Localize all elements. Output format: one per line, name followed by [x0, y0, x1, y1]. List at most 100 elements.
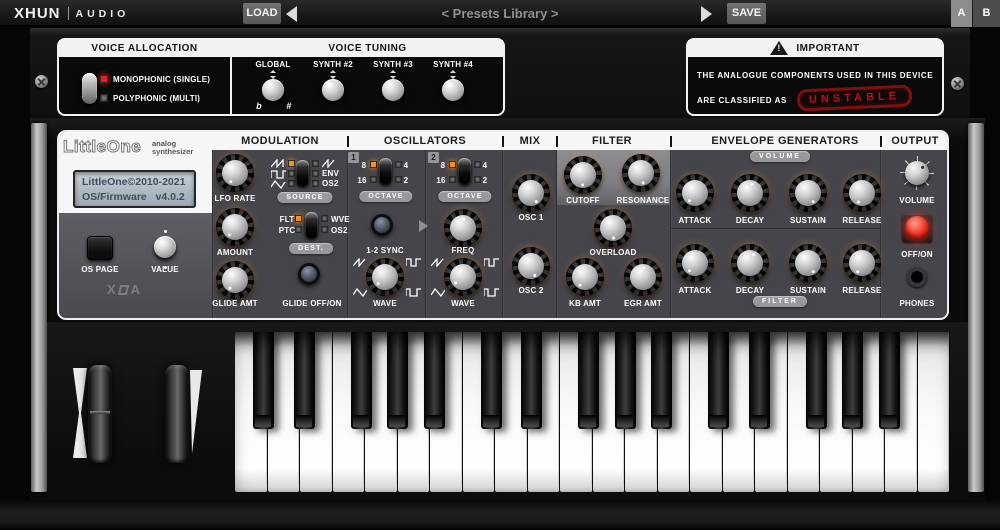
osc1-oct8-led [370, 161, 377, 168]
triangle-wave-icon [353, 288, 367, 297]
screw-icon [951, 77, 964, 90]
cutoff-knob[interactable] [564, 156, 602, 194]
pulse-wave-icon [406, 288, 421, 297]
black-key[interactable] [387, 332, 408, 429]
saw-wave-icon [353, 258, 367, 267]
vol-decay-label: DECAY [736, 216, 764, 225]
screw-icon [35, 75, 48, 88]
lcd-line1: LittleOne©2010-2021 [82, 175, 194, 190]
synth4-tune-knob[interactable] [442, 79, 464, 101]
oscillators-title: OSCILLATORS [384, 135, 466, 147]
slot-b-button[interactable]: B [973, 0, 1000, 27]
osc1-wave-knob[interactable] [366, 258, 404, 296]
tune-range-icon [270, 70, 276, 79]
flt-sustain-knob[interactable] [789, 244, 827, 282]
flt-attack-knob[interactable] [676, 244, 714, 282]
black-key[interactable] [842, 332, 863, 429]
flt-release-label: RELEASE [842, 286, 881, 295]
pitch-wheel-marker-icon [73, 368, 87, 458]
vol-sustain-knob[interactable] [789, 174, 827, 212]
save-button[interactable]: SAVE [727, 3, 766, 24]
flt-attack-label: ATTACK [679, 286, 712, 295]
osc1-oct4-label: 4 [404, 161, 409, 170]
pitch-wheel[interactable] [88, 365, 112, 463]
synth2-tune-knob[interactable] [322, 79, 344, 101]
mod-wheel[interactable] [165, 365, 189, 463]
mix-osc1-label: OSC 1 [518, 213, 543, 222]
dest-led-wve [321, 215, 328, 222]
kb-amt-knob[interactable] [566, 258, 604, 296]
env-divider [671, 228, 880, 229]
saw-wave-icon [271, 159, 286, 168]
resonance-knob[interactable] [622, 154, 660, 192]
square-wave-icon [271, 170, 286, 179]
vol-attack-label: ATTACK [679, 216, 712, 225]
mix-osc1-knob[interactable] [512, 174, 550, 212]
overload-knob[interactable] [594, 209, 632, 247]
osc2-octave-switch[interactable] [458, 158, 471, 184]
voice-mode-switch[interactable] [82, 73, 97, 104]
osc1-octave-switch[interactable] [379, 158, 392, 184]
flt-release-knob[interactable] [843, 244, 881, 282]
mod-amount-knob[interactable] [216, 208, 254, 246]
osc2-wave-knob[interactable] [444, 258, 482, 296]
vol-attack-knob[interactable] [676, 174, 714, 212]
black-key[interactable] [651, 332, 672, 429]
source-switch[interactable] [296, 160, 309, 186]
phones-jack [907, 267, 927, 287]
osc2-freq-knob[interactable] [444, 209, 482, 247]
black-key[interactable] [481, 332, 502, 429]
glide-amount-knob[interactable] [216, 261, 254, 299]
sharp-symbol: # [286, 101, 291, 111]
left-rail [31, 123, 47, 492]
output-volume-knob[interactable] [900, 156, 934, 190]
white-key[interactable] [918, 332, 950, 492]
voice-tuning-title: VOICE TUNING [232, 40, 503, 57]
black-key[interactable] [424, 332, 445, 429]
black-key[interactable] [578, 332, 599, 429]
monophonic-label: MONOPHONIC (SINGLE) [113, 75, 210, 84]
glide-onoff-button[interactable] [298, 263, 320, 285]
black-key[interactable] [749, 332, 770, 429]
xhun-footer-logo: X A [107, 282, 140, 297]
power-red-cap [905, 216, 929, 240]
black-key[interactable] [521, 332, 542, 429]
source-led-5 [312, 170, 319, 177]
black-key[interactable] [879, 332, 900, 429]
black-key[interactable] [351, 332, 372, 429]
mix-osc2-knob[interactable] [512, 247, 550, 285]
value-knob[interactable] [154, 236, 176, 258]
vol-decay-knob[interactable] [731, 174, 769, 212]
logo-tagline: analog synthesizer [152, 140, 193, 156]
dest-ptc-label: PTC [279, 226, 296, 235]
top-toolbar: XHUN AUDIO LOAD < Presets Library > SAVE… [0, 0, 1000, 27]
black-key[interactable] [708, 332, 729, 429]
os-page-button[interactable] [87, 236, 113, 260]
preset-display[interactable]: < Presets Library > [0, 6, 1000, 21]
keyboard-keys [235, 332, 950, 492]
black-key[interactable] [294, 332, 315, 429]
next-preset-icon[interactable] [701, 6, 712, 22]
synth3-tune-knob[interactable] [382, 79, 404, 101]
sync-button[interactable] [371, 214, 393, 236]
vol-sustain-label: SUSTAIN [790, 216, 826, 225]
dest-os2-label: OS2 [331, 226, 348, 235]
slot-a-button[interactable]: A [951, 0, 972, 27]
global-tune-knob[interactable] [262, 79, 284, 101]
polyphonic-label: POLYPHONIC (MULTI) [113, 94, 200, 103]
overload-label: OVERLOAD [590, 248, 637, 257]
black-key[interactable] [615, 332, 636, 429]
vol-release-knob[interactable] [843, 174, 881, 212]
source-led-1 [288, 160, 295, 167]
power-button[interactable] [902, 214, 932, 242]
black-key[interactable] [253, 332, 274, 429]
egr-amt-knob[interactable] [624, 258, 662, 296]
dest-flt-label: FLT [280, 215, 295, 224]
osc1-tag: 1 [348, 152, 359, 163]
black-key[interactable] [806, 332, 827, 429]
flt-decay-knob[interactable] [731, 244, 769, 282]
header-separator [670, 136, 672, 147]
important-title: IMPORTANT [796, 43, 859, 54]
lfo-rate-knob[interactable] [216, 154, 254, 192]
dest-switch[interactable] [305, 212, 318, 238]
